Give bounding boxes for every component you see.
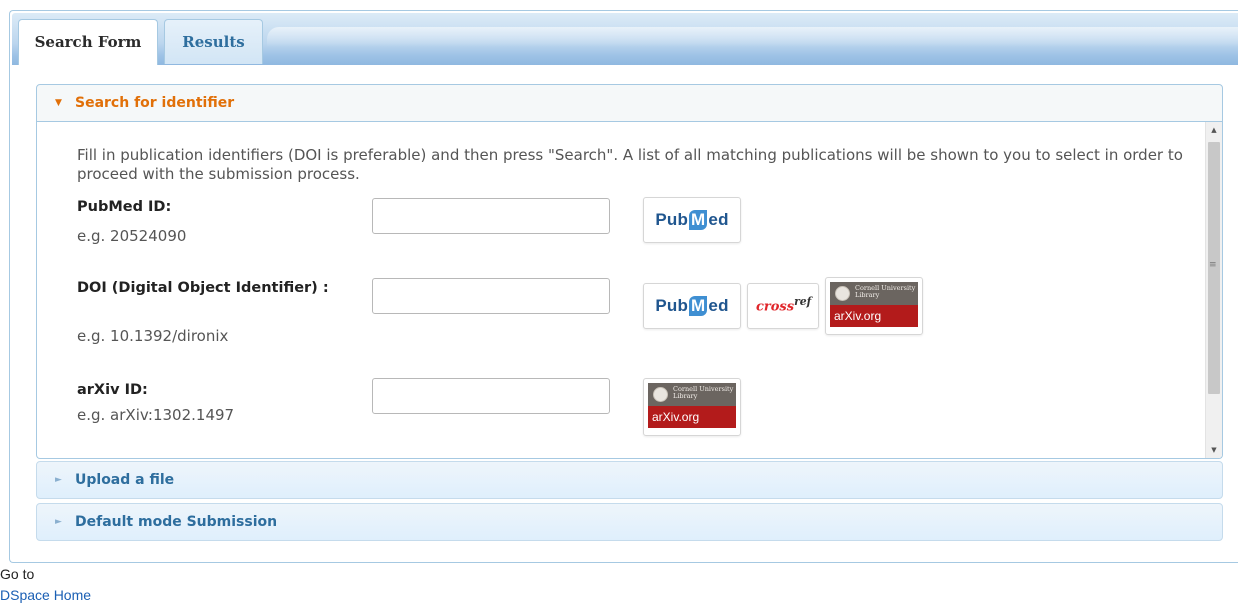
arxiv-id-label: arXiv ID:	[77, 382, 148, 398]
scroll-down-arrow-icon[interactable]: ▼	[1206, 446, 1222, 454]
cornell-library-banner: Cornell University Library	[830, 282, 918, 305]
triangle-right-icon: ►	[55, 475, 62, 485]
arxiv-id-input[interactable]	[372, 378, 610, 414]
scroll-up-arrow-icon[interactable]: ▲	[1206, 126, 1222, 134]
doi-label: DOI (Digital Object Identifier) :	[77, 280, 329, 296]
doi-input[interactable]	[372, 278, 610, 314]
crossref-logo: crossref	[756, 295, 812, 315]
scroll-grip-icon: ≡	[1209, 260, 1217, 270]
arxiv-logo-text: arXiv.org	[648, 406, 736, 428]
tab-search-form[interactable]: Search Form	[18, 19, 158, 65]
pubmed-id-example: e.g. 20524090	[77, 227, 187, 245]
triangle-right-icon: ►	[55, 517, 62, 527]
pubmed-logo: Pub Med	[655, 210, 729, 230]
accordion-default-header[interactable]: ► Default mode Submission	[36, 503, 1223, 541]
goto-label: Go to	[0, 566, 35, 582]
doi-crossref-button[interactable]: crossref	[747, 283, 819, 329]
cornell-seal-icon	[835, 286, 850, 301]
intro-text: Fill in publication identifiers (DOI is …	[77, 146, 1183, 183]
arxiv-logo-text: arXiv.org	[830, 305, 918, 327]
dspace-home-link[interactable]: DSpace Home	[0, 587, 91, 603]
pubmed-logo: Pub Med	[655, 296, 729, 316]
pubmed-id-label: PubMed ID:	[77, 199, 172, 215]
tab-results[interactable]: Results	[164, 19, 263, 64]
pubmed-search-button[interactable]: Pub Med	[643, 197, 741, 243]
accordion-search-header[interactable]: ▼ Search for identifier	[36, 84, 1223, 122]
doi-arxiv-button[interactable]: Cornell University Library arXiv.org	[825, 277, 923, 335]
accordion-default-title: Default mode Submission	[75, 514, 278, 530]
accordion-upload-title: Upload a file	[75, 472, 175, 488]
pubmed-id-input[interactable]	[372, 198, 610, 234]
arxiv-id-example: e.g. arXiv:1302.1497	[77, 406, 235, 424]
arxiv-search-button[interactable]: Cornell University Library arXiv.org	[643, 378, 741, 436]
accordion-search-panel: Fill in publication identifiers (DOI is …	[36, 122, 1223, 459]
panel-scrollbar[interactable]: ▲ ≡ ▼	[1205, 122, 1222, 458]
cornell-seal-icon	[653, 387, 668, 402]
cornell-library-banner: Cornell University Library	[648, 383, 736, 406]
triangle-down-icon: ▼	[55, 98, 62, 108]
accordion-upload-header[interactable]: ► Upload a file	[36, 461, 1223, 499]
doi-example: e.g. 10.1392/dironix	[77, 327, 229, 345]
doi-pubmed-button[interactable]: Pub Med	[643, 283, 741, 329]
accordion-search-title: Search for identifier	[75, 95, 235, 111]
